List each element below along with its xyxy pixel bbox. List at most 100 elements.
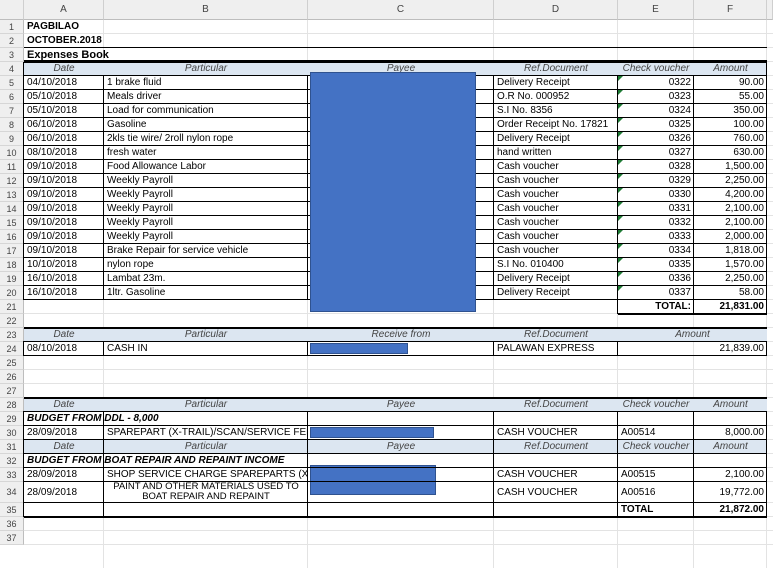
column-header-e[interactable]: E: [618, 0, 694, 20]
column-header-d[interactable]: D: [494, 0, 618, 20]
column-header-b[interactable]: B: [104, 0, 308, 20]
budget-header-repeat-particular: Particular: [104, 440, 308, 454]
expense-check-voucher: 0322: [668, 77, 691, 88]
expense-ref-document: S.I No. 8356: [497, 105, 553, 116]
row-header-5[interactable]: 5: [0, 76, 24, 90]
number-as-text-indicator: [618, 118, 623, 123]
row-header-31[interactable]: 31: [0, 440, 24, 454]
border-line: [23, 62, 24, 300]
expense-ref-document: Cash voucher: [497, 245, 559, 256]
budget-header-ref: Ref.Document: [494, 398, 618, 412]
expense-ref-document: Cash voucher: [497, 189, 559, 200]
expense-ref-document: Delivery Receipt: [497, 273, 570, 284]
spreadsheet[interactable]: A B C D E F 1 2 3 4 5 6 7 8 9 10 11 12 13 14 15 16 17 18 19 20 21 2…: [0, 0, 773, 568]
expense-amount: 1,570.00: [725, 259, 764, 270]
row-header-10[interactable]: 10: [0, 146, 24, 160]
border-line: [24, 481, 767, 482]
budget-header-payee: Payee: [308, 398, 494, 412]
row-header-33[interactable]: 33: [0, 468, 24, 482]
budget-boat-particular: SHOP SERVICE CHARGE SPAREPARTS (X-TRAIL): [107, 469, 308, 480]
row-header-30[interactable]: 30: [0, 426, 24, 440]
expense-particular: Weekly Payroll: [107, 217, 173, 228]
expense-check-voucher: 0333: [668, 231, 691, 242]
expense-amount: 350.00: [733, 105, 764, 116]
expense-date: 06/10/2018: [27, 133, 78, 144]
row-header-24[interactable]: 24: [0, 342, 24, 356]
expense-ref-document: Cash voucher: [497, 217, 559, 228]
expense-date: 09/10/2018: [27, 175, 78, 186]
row-header-12[interactable]: 12: [0, 174, 24, 188]
cashin-ref-document: PALAWAN EXPRESS: [497, 343, 595, 354]
gridline-row: [24, 544, 773, 545]
row-header-26[interactable]: 26: [0, 370, 24, 384]
budget-boat-amount: 19,772.00: [719, 487, 765, 498]
row-header-7[interactable]: 7: [0, 104, 24, 118]
row-header-21[interactable]: 21: [0, 300, 24, 314]
row-header-32[interactable]: 32: [0, 454, 24, 468]
budget-boat-amount: 2,100.00: [725, 469, 764, 480]
expense-ref-document: Cash voucher: [497, 161, 559, 172]
expense-amount: 4,200.00: [725, 189, 764, 200]
row-header-18[interactable]: 18: [0, 258, 24, 272]
column-header-c[interactable]: C: [308, 0, 494, 20]
border-line: [493, 341, 494, 356]
expense-ref-document: S.I No. 010400: [497, 259, 564, 270]
expense-date: 06/10/2018: [27, 119, 78, 130]
row-header-20[interactable]: 20: [0, 286, 24, 300]
budget-boat-ref-document: CASH VOUCHER: [497, 469, 578, 480]
expense-check-voucher: 0324: [668, 105, 691, 116]
row-header-11[interactable]: 11: [0, 160, 24, 174]
number-as-text-indicator: [618, 160, 623, 165]
row-header-37[interactable]: 37: [0, 531, 24, 545]
row-header-35[interactable]: 35: [0, 503, 24, 517]
column-header-f[interactable]: F: [694, 0, 767, 20]
row-header-14[interactable]: 14: [0, 202, 24, 216]
budget-header-repeat-ref: Ref.Document: [494, 440, 618, 454]
expense-particular: 1ltr. Gasoline: [107, 287, 166, 298]
select-all-corner[interactable]: [0, 0, 24, 20]
expense-date: 09/10/2018: [27, 203, 78, 214]
expense-check-voucher: 0335: [668, 259, 691, 270]
row-header-15[interactable]: 15: [0, 216, 24, 230]
row-header-9[interactable]: 9: [0, 132, 24, 146]
row-header-36[interactable]: 36: [0, 517, 24, 531]
row-header-23[interactable]: 23: [0, 328, 24, 342]
row-header-4[interactable]: 4: [0, 62, 24, 76]
row-header-6[interactable]: 6: [0, 90, 24, 104]
column-header-a[interactable]: A: [24, 0, 104, 20]
row-header-16[interactable]: 16: [0, 230, 24, 244]
row-header-27[interactable]: 27: [0, 384, 24, 398]
cashin-date: 08/10/2018: [27, 343, 78, 354]
redacted-receive-from-block: [310, 343, 408, 354]
row-header-19[interactable]: 19: [0, 272, 24, 286]
expense-date: 10/10/2018: [27, 259, 78, 270]
number-as-text-indicator: [618, 174, 623, 179]
expense-check-voucher: 0334: [668, 245, 691, 256]
budget-header-particular: Particular: [104, 398, 308, 412]
row-header-8[interactable]: 8: [0, 118, 24, 132]
row-header-22[interactable]: 22: [0, 314, 24, 328]
border-line: [24, 327, 767, 329]
expense-particular: Load for communication: [107, 105, 214, 116]
border-line: [307, 75, 308, 300]
expense-particular: Gasoline: [107, 119, 147, 130]
cashin-amount: 21,839.00: [719, 343, 765, 354]
expense-amount: 1,500.00: [725, 161, 764, 172]
row-header-28[interactable]: 28: [0, 398, 24, 412]
border-line: [617, 411, 618, 517]
row-header-29[interactable]: 29: [0, 412, 24, 426]
row-header-34[interactable]: 34: [0, 482, 24, 503]
row-header-2[interactable]: 2: [0, 34, 24, 48]
row-header-17[interactable]: 17: [0, 244, 24, 258]
budget-total-amount: 21,872.00: [719, 504, 765, 515]
expense-date: 09/10/2018: [27, 245, 78, 256]
expenses-total-amount: 21,831.00: [719, 301, 765, 312]
row-header-25[interactable]: 25: [0, 356, 24, 370]
border-line: [493, 411, 494, 517]
border-line: [693, 300, 694, 314]
border-line: [24, 453, 767, 454]
number-as-text-indicator: [618, 76, 623, 81]
row-header-13[interactable]: 13: [0, 188, 24, 202]
row-header-1[interactable]: 1: [0, 20, 24, 34]
row-header-3[interactable]: 3: [0, 48, 24, 62]
